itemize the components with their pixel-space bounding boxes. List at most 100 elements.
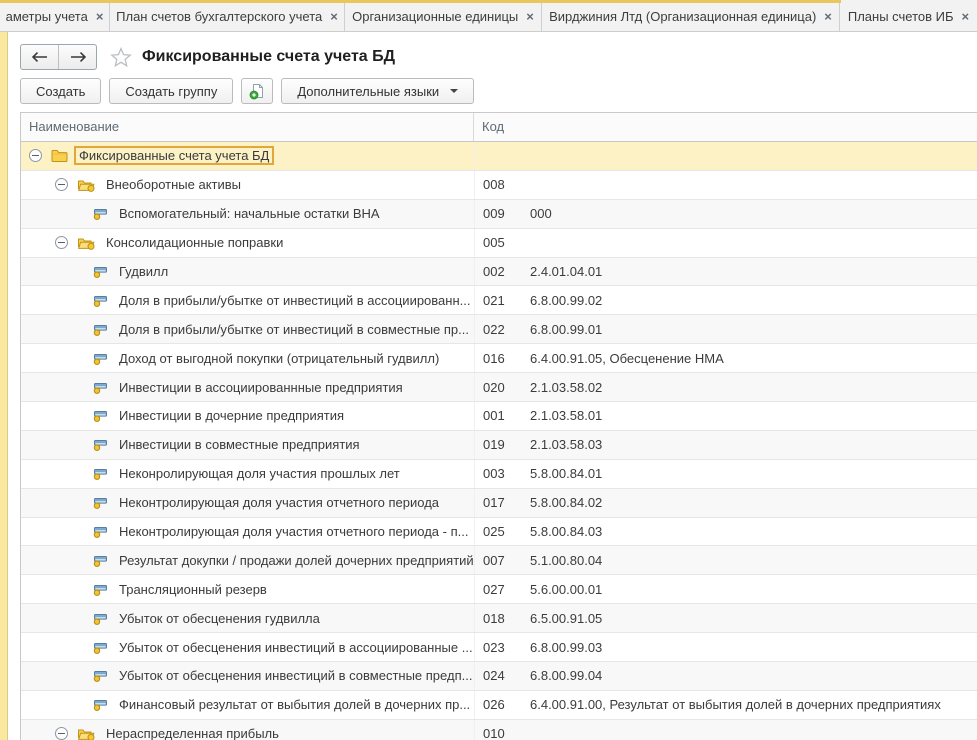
table-row[interactable]: Убыток от обесценения гудвилла0186.5.00.… <box>21 604 977 633</box>
code-cell: 026 <box>474 691 521 719</box>
collapse-icon[interactable] <box>55 727 68 740</box>
arrow-right-icon <box>70 52 86 62</box>
accounts-cell: 2.1.03.58.01 <box>521 408 977 423</box>
name-cell: Доля в прибыли/убытке от инвестиций в ас… <box>21 293 474 308</box>
back-button[interactable] <box>21 45 58 69</box>
code-cell: 025 <box>474 518 521 546</box>
row-name-label: Доля в прибыли/убытке от инвестиций в ас… <box>119 293 470 308</box>
code-cell: 019 <box>474 431 521 459</box>
row-name-label: Трансляционный резерв <box>119 582 267 597</box>
table-row[interactable]: Убыток от обесценения инвестиций в совме… <box>21 662 977 691</box>
name-cell: Неконтролирующая доля участия отчетного … <box>21 524 474 539</box>
row-name-label: Инвестиции в дочерние предприятия <box>119 408 344 423</box>
accounts-cell: 000 <box>521 206 977 221</box>
code-cell: 017 <box>474 489 521 517</box>
code-cell: 008 <box>474 171 521 199</box>
collapse-icon[interactable] <box>29 149 42 162</box>
account-item-icon <box>93 496 108 509</box>
account-item-icon <box>93 467 108 480</box>
accounts-cell: 6.5.00.91.05 <box>521 611 977 626</box>
table-row[interactable]: Трансляционный резерв0275.6.00.00.01 <box>21 575 977 604</box>
table-row[interactable]: Консолидационные поправки005 <box>21 229 977 258</box>
create-button[interactable]: Создать <box>20 78 101 104</box>
tab-3[interactable]: Организационные единицы× <box>345 0 542 31</box>
table-row[interactable]: Нераспределенная прибыль010 <box>21 720 977 740</box>
close-icon[interactable]: × <box>824 10 832 23</box>
name-cell: Результат докупки / продажи долей дочерн… <box>21 553 474 568</box>
account-item-icon <box>93 381 108 394</box>
favorite-button[interactable] <box>110 47 132 68</box>
tab-label: План счетов бухгалтерского учета <box>116 9 322 24</box>
table-row[interactable]: Инвестиции в совместные предприятия 0192.… <box>21 431 977 460</box>
accounts-cell: 5.8.00.84.03 <box>521 524 977 539</box>
table-row[interactable]: Финансовый результат от выбытия долей в … <box>21 691 977 720</box>
collapse-icon[interactable] <box>55 178 68 191</box>
folder-icon <box>51 148 68 163</box>
forward-button[interactable] <box>58 45 96 69</box>
table-row[interactable]: Вспомогательный: начальные остатки ВНА00… <box>21 200 977 229</box>
row-name-label: Убыток от обесценения инвестиций в ассоц… <box>119 640 473 655</box>
table-row[interactable]: Результат докупки / продажи долей дочерн… <box>21 546 977 575</box>
table-row[interactable]: Инвестиции в ассоциированнные предприяти… <box>21 373 977 402</box>
accounts-cell: 5.8.00.84.01 <box>521 466 977 481</box>
close-icon[interactable]: × <box>330 10 338 23</box>
row-name-label: Финансовый результат от выбытия долей в … <box>119 697 470 712</box>
page-title: Фиксированные счета учета БД <box>142 48 395 66</box>
close-icon[interactable]: × <box>526 10 534 23</box>
table-row[interactable]: Инвестиции в дочерние предприятия0012.1.… <box>21 402 977 431</box>
account-item-icon <box>93 554 108 567</box>
code-cell: 003 <box>474 460 521 488</box>
code-cell: 010 <box>474 720 521 740</box>
tree-body: Фиксированные счета учета БД Внеоборотные… <box>21 142 977 740</box>
table-row[interactable]: Неконролирующая доля участия прошлых лет… <box>21 460 977 489</box>
name-cell: Инвестиции в ассоциированнные предприяти… <box>21 380 474 395</box>
row-name-label: Результат докупки / продажи долей дочерн… <box>119 553 474 568</box>
table-row[interactable]: Неконтролирующая доля участия отчетного … <box>21 489 977 518</box>
column-header-code[interactable]: Код <box>474 113 977 141</box>
code-cell: 024 <box>474 662 521 690</box>
code-cell: 020 <box>474 373 521 401</box>
table-row[interactable]: Фиксированные счета учета БД <box>21 142 977 171</box>
toolbar: Создать Создать группу Дополнительные яз… <box>20 78 474 104</box>
tab-1[interactable]: аметры учета × <box>0 0 110 31</box>
account-item-icon <box>93 207 108 220</box>
tab-2[interactable]: План счетов бухгалтерского учета × <box>110 0 345 31</box>
account-item-icon <box>93 438 108 451</box>
additional-languages-button[interactable]: Дополнительные языки <box>281 78 474 104</box>
tab-4[interactable]: Вирджиния Лтд (Организационная единица)× <box>542 0 840 31</box>
row-name-label: Инвестиции в совместные предприятия <box>119 437 360 452</box>
name-cell: Фиксированные счета учета БД <box>21 146 474 165</box>
create-by-copy-button[interactable] <box>241 78 273 104</box>
accounts-cell: 2.1.03.58.03 <box>521 437 977 452</box>
table-row[interactable]: Убыток от обесценения инвестиций в ассоц… <box>21 633 977 662</box>
tab-label: аметры учета <box>6 9 88 24</box>
code-cell: 005 <box>474 229 521 257</box>
table-row[interactable]: Гудвилл0022.4.01.04.01 <box>21 258 977 287</box>
name-cell: Убыток от обесценения инвестиций в ассоц… <box>21 640 474 655</box>
account-item-icon <box>93 583 108 596</box>
table-row[interactable]: Доля в прибыли/убытке от инвестиций в ас… <box>21 286 977 315</box>
app: { "window": { "tab_close_glyph": "×", "t… <box>0 0 977 740</box>
collapse-icon[interactable] <box>55 236 68 249</box>
table-row[interactable]: Неконтролирующая доля участия отчетного … <box>21 518 977 547</box>
close-icon[interactable]: × <box>96 10 104 23</box>
name-cell: Инвестиции в совместные предприятия <box>21 437 474 452</box>
additional-languages-label: Дополнительные языки <box>297 84 439 99</box>
tab-5[interactable]: Планы счетов ИБ× <box>840 0 977 31</box>
table-row[interactable]: Доля в прибыли/убытке от инвестиций в со… <box>21 315 977 344</box>
row-name-label: Неконролирующая доля участия прошлых лет <box>119 466 400 481</box>
account-item-icon <box>93 265 108 278</box>
name-cell: Трансляционный резерв <box>21 582 474 597</box>
name-cell: Нераспределенная прибыль <box>21 726 474 740</box>
table-row[interactable]: Доход от выгодной покупки (отрицательный… <box>21 344 977 373</box>
account-item-icon <box>93 612 108 625</box>
code-cell: 002 <box>474 258 521 286</box>
name-cell: Неконролирующая доля участия прошлых лет <box>21 466 474 481</box>
table-row[interactable]: Внеоборотные активы008 <box>21 171 977 200</box>
accounts-cell: 2.1.03.58.02 <box>521 380 977 395</box>
create-group-button[interactable]: Создать группу <box>109 78 233 104</box>
column-header-name[interactable]: Наименование <box>21 113 474 141</box>
table-header: Наименование Код <box>21 113 977 142</box>
close-icon[interactable]: × <box>962 10 970 23</box>
accounts-cell: 6.8.00.99.04 <box>521 668 977 683</box>
